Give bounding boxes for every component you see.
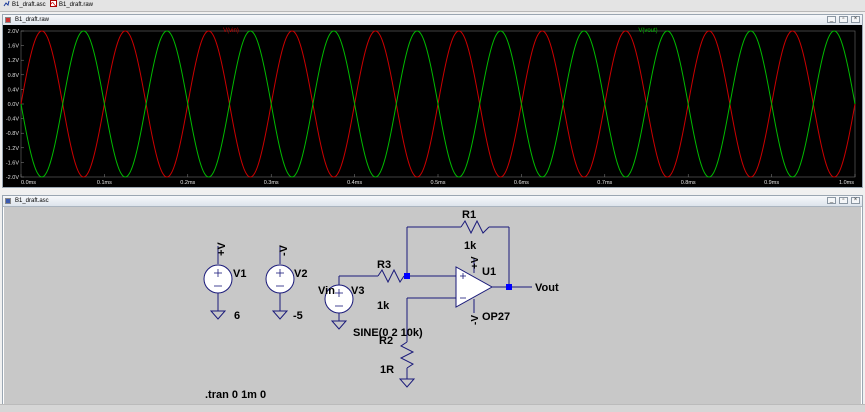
y-tick-label: -1.2V [6,146,19,152]
v3-name[interactable]: V3 [351,285,364,297]
document-tab-bar: B1_draft.asc B1_draft.raw [0,0,865,12]
y-tick-label: -2.0V [6,175,19,181]
tab-waveform[interactable]: B1_draft.raw [50,0,93,10]
r2-value[interactable]: 1R [380,364,394,376]
x-tick-label: 0.6ms [514,180,529,186]
tab-schematic[interactable]: B1_draft.asc [3,0,46,10]
u1-name[interactable]: U1 [482,266,496,278]
waveform-plot[interactable]: 2.0V 1.6V 1.2V 0.8V 0.4V 0.0V -0.4V -0.8V -1.2V -… [3,25,862,187]
y-tick-label: -0.8V [6,131,19,137]
schematic-minimize-button[interactable]: _ [827,197,836,204]
x-tick-label: 0.7ms [597,180,612,186]
vout-net-label: Vout [535,282,559,294]
y-tick-label: -0.4V [6,117,19,123]
schematic-icon [3,0,10,7]
x-tick-label: 0.1ms [97,180,112,186]
x-tick-label: 0.0ms [21,180,36,186]
waveform-restore-button[interactable]: ▫ [839,16,848,23]
y-tick-label: -1.6V [6,160,19,166]
waveform-minimize-button[interactable]: _ [827,16,836,23]
schematic-canvas[interactable]: +V V1 6 -V V2 -5 Vin V3 SINE(0 2 10k) R3… [4,207,861,405]
v1-value[interactable]: 6 [234,310,240,322]
v2-net-label: -V [278,244,290,256]
v1-net-label: +V [216,242,228,256]
junction-node [506,284,512,290]
schematic-close-button[interactable]: × [851,197,860,204]
y-tick-label: 0.4V [8,87,20,93]
v1-name[interactable]: V1 [233,268,246,280]
plot-background [3,25,862,187]
x-tick-label: 0.3ms [264,180,279,186]
legend-vout[interactable]: V(vout) [638,28,657,34]
y-tick-label: 2.0V [8,29,20,35]
waveform-window: B1_draft.raw _ ▫ × 2.0V 1.6V 1.2V 0.8V 0.4V 0… [2,14,863,188]
u1-neg-supply-label: -V [470,315,481,325]
r3-name[interactable]: R3 [377,259,391,271]
u1-pos-supply-label: +V [470,256,481,269]
x-tick-label: 1.0ms [839,180,854,186]
y-tick-label: 0.0V [8,102,20,108]
schematic-window-icon [5,198,11,204]
x-tick-label: 0.2ms [180,180,195,186]
r1-value[interactable]: 1k [464,240,477,252]
y-tick-label: 0.8V [8,73,20,79]
schematic-window-title: B1_draft.asc [15,198,49,204]
schematic-window-titlebar[interactable]: B1_draft.asc _ ▫ × [3,196,862,207]
vin-net-label: Vin [318,285,335,297]
u1-model[interactable]: OP27 [482,311,510,323]
legend-vin[interactable]: V(vin) [223,28,239,34]
waveform-window-icon [5,17,11,23]
spice-directive[interactable]: .tran 0 1m 0 [205,389,266,401]
r3-value[interactable]: 1k [377,300,390,312]
schematic-window: B1_draft.asc _ ▫ × +V V1 6 -V V2 -5 Vin … [2,195,863,405]
waveform-window-title: B1_draft.raw [15,17,50,23]
v2-value[interactable]: -5 [293,310,303,322]
y-tick-label: 1.2V [8,58,20,64]
x-tick-label: 0.4ms [347,180,362,186]
waveform-icon [50,0,58,7]
y-tick-label: 1.6V [8,44,20,50]
x-tick-label: 0.9ms [764,180,779,186]
r1-name[interactable]: R1 [462,209,476,221]
tab-waveform-label: B1_draft.raw [59,2,94,8]
junction-node [404,273,410,279]
r2-name[interactable]: R2 [379,335,393,347]
tab-schematic-label: B1_draft.asc [12,2,46,8]
x-tick-label: 0.8ms [681,180,696,186]
schematic-drawing: +V V1 6 -V V2 -5 Vin V3 SINE(0 2 10k) R3… [203,209,559,401]
v2-name[interactable]: V2 [294,268,307,280]
x-tick-label: 0.5ms [431,180,446,186]
schematic-restore-button[interactable]: ▫ [839,197,848,204]
waveform-close-button[interactable]: × [851,16,860,23]
